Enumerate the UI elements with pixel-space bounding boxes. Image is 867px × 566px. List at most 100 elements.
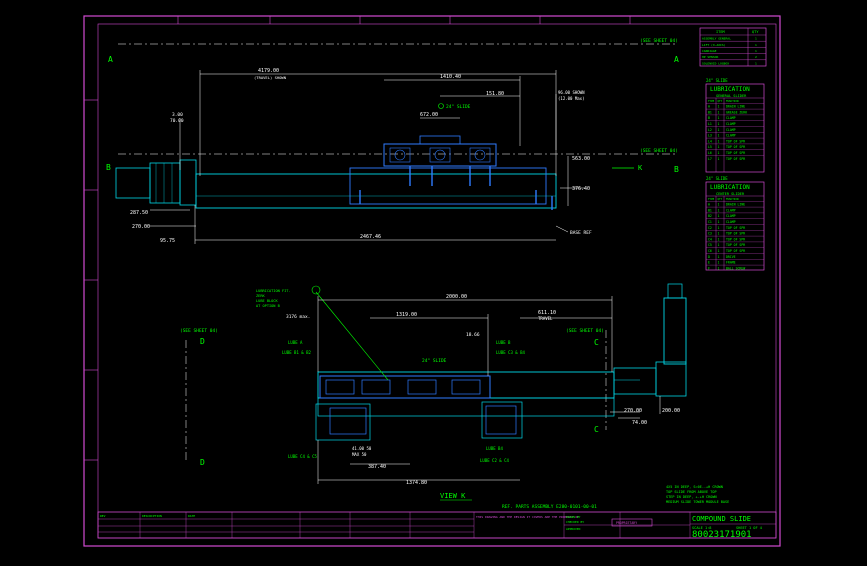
dim-5: 672.00 bbox=[420, 112, 438, 118]
motor-cap bbox=[667, 283, 683, 299]
lube-table-cell: B1 bbox=[708, 110, 712, 114]
lube-table-upper-title: LUBRICATION bbox=[710, 86, 750, 93]
dim-10: 95.75 bbox=[160, 238, 175, 244]
dim-4-note: (12.00 Max) bbox=[558, 96, 585, 101]
spec-note: 4X5 IN DEEP, S=0E.-+H CROWN TOP SLIDE FR… bbox=[666, 485, 729, 504]
base-rail bbox=[195, 173, 557, 209]
lube-table-lower-label: 24" SLIDE bbox=[706, 176, 728, 181]
lube-note-box: LUBRICATION FIT. ZERK LUBE BLOCK AT OPTI… bbox=[256, 289, 291, 308]
dim-b3-note: TRAVEL bbox=[538, 316, 553, 321]
lube-table-cell: TOP OF SPR bbox=[726, 226, 745, 230]
item-table-header-qty: QTY bbox=[752, 30, 759, 34]
item-table-row-name: LIFT (X-AXIS) bbox=[702, 43, 726, 47]
lube-table-cell: 1 bbox=[718, 110, 720, 114]
lube-table-cell: 1 bbox=[718, 122, 720, 126]
lube-table-cell: 1 bbox=[718, 249, 720, 253]
bottom-view: D D C C (SEE SHEET 04) (SEE SHEET 04) LU… bbox=[180, 283, 729, 510]
dim-b5: 18.66 bbox=[466, 332, 480, 338]
view-k-title: VIEW K bbox=[440, 492, 466, 500]
gearbox bbox=[655, 361, 687, 397]
item-table: ITEM QTY ASSEMBLY GENERAL 1 LIFT (X-AXIS) 1… bbox=[699, 27, 767, 67]
item-table-row-qty: 2 bbox=[755, 55, 757, 59]
lube-table-cell: TOP OF SPR bbox=[726, 157, 745, 161]
lube-table-cell: 1 bbox=[718, 139, 720, 143]
lube-table-cell: DRAIN LINE bbox=[726, 203, 745, 207]
dim-b7: 1374.80 bbox=[406, 480, 427, 486]
lube-table-cell: 1 bbox=[718, 266, 720, 270]
callout-circle bbox=[311, 285, 321, 295]
tb-checked: CHECKED BY bbox=[566, 520, 584, 524]
lube-table-col-header: TYPE bbox=[708, 197, 715, 201]
item-table-row-name: SOLENOID LOGBOX bbox=[702, 61, 729, 65]
lube-table-cell: CLAMP bbox=[726, 122, 736, 126]
lube-table-cell: 1 bbox=[718, 203, 720, 207]
title-block: REV DESCRIPTION DATE THIS DRAWING AND TH… bbox=[97, 511, 777, 540]
dim-b9: 200.00 bbox=[662, 408, 680, 414]
tb-desc-col: DESCRIPTION bbox=[142, 514, 162, 518]
lube-table-cell: 1 bbox=[718, 151, 720, 155]
svg-text:STEP IN DEEP, +-+H CROWN: STEP IN DEEP, +-+H CROWN bbox=[666, 495, 717, 499]
item-table-row-qty: 1 bbox=[755, 61, 757, 65]
lube-table-cell: 1 bbox=[718, 145, 720, 149]
lube-table-cell: TOP OF SPR bbox=[726, 139, 745, 143]
lube-table-cell: L5 bbox=[708, 145, 712, 149]
svg-text:AT OPTION B: AT OPTION B bbox=[256, 304, 280, 308]
upper-carriage bbox=[383, 143, 497, 167]
item-table-row-qty: 1 bbox=[755, 37, 757, 41]
lube-table-cell: 1 bbox=[718, 232, 720, 236]
lube-table-cell: TOP OF SPR bbox=[726, 249, 745, 253]
lube-table-cell: CLAMP bbox=[726, 214, 736, 218]
lube-table-cell: F bbox=[708, 266, 710, 270]
lube-table-cell: TOP OF SPR bbox=[726, 232, 745, 236]
lube-table-cell: CLAMP bbox=[726, 116, 736, 120]
lube-table-cell: 1 bbox=[718, 157, 720, 161]
lube-table-cell: L6 bbox=[708, 151, 712, 155]
lube-table-upper-subtitle: GENERAL SLIDER bbox=[716, 94, 747, 98]
lube-table-cell: C5 bbox=[708, 243, 712, 247]
section-label-b-left: B bbox=[106, 163, 111, 172]
lube-table-cell: DRAIN LINE bbox=[726, 105, 745, 109]
ref-parts-note: REF. PARTS ASSEMBLY E280-0101-00-01 bbox=[502, 504, 597, 510]
see-sheet-d: (SEE SHEET 04) bbox=[180, 328, 218, 334]
lube-table-cell: L2 bbox=[708, 128, 712, 132]
lube-table-cell: C4 bbox=[708, 237, 712, 241]
lube-table-cell: TOP OF SPR bbox=[726, 243, 745, 247]
lube-label-c3: LUBE C3 & B4 bbox=[496, 350, 525, 355]
lube-label-b1: LUBE B1 & B2 bbox=[282, 350, 311, 355]
dim-8: 287.50 bbox=[130, 210, 148, 216]
dim-12-note: 70.00 bbox=[170, 118, 184, 124]
top-slide-label: 24" SLIDE bbox=[446, 104, 471, 110]
lube-table-cell: C6 bbox=[708, 249, 712, 253]
lube-table-cell: L4 bbox=[708, 139, 712, 143]
item-table-row-qty: 1 bbox=[755, 49, 757, 53]
carriage-detail bbox=[389, 147, 491, 163]
see-sheet-a: (SEE SHEET 04) bbox=[640, 38, 678, 44]
lower-slide-body bbox=[349, 167, 547, 205]
base-ref-label: BASE REF bbox=[570, 230, 592, 236]
view-k-base bbox=[317, 397, 615, 417]
item-table-row-name: ASSEMBLY GENERAL bbox=[702, 37, 731, 41]
lube-table-upper-label: 24" SLIDE bbox=[706, 78, 728, 83]
dim-b11: 41.00 50 bbox=[352, 446, 372, 451]
dim-11: 2467.46 bbox=[360, 234, 381, 240]
lube-table-cell: A bbox=[708, 105, 710, 109]
lube-table-cell: 1 bbox=[718, 220, 720, 224]
tb-date-col: DATE bbox=[188, 514, 195, 518]
lube-table-cell: B bbox=[708, 116, 710, 120]
top-view: A A B B (SEE SHEET 04) (SEE SHEET 04) K bbox=[106, 38, 679, 244]
svg-text:4X5 IN DEEP, S=0E.-+H CROWN: 4X5 IN DEEP, S=0E.-+H CROWN bbox=[666, 485, 723, 489]
lube-table-col-header: TYPE bbox=[708, 99, 715, 103]
dim-b2: 1319.00 bbox=[396, 312, 417, 318]
lube-table-cell: TOP OF SPR bbox=[726, 151, 745, 155]
lube-table-cell: L3 bbox=[708, 134, 712, 138]
slide-callout-icon bbox=[438, 103, 444, 109]
dim-12: 3.00 bbox=[172, 112, 183, 118]
dim-travel-note: (TRAVEL) SHOWN bbox=[254, 75, 287, 80]
lube-table-cell: C3 bbox=[708, 232, 712, 236]
lube-table-cell: 1 bbox=[718, 243, 720, 247]
lube-table-cell: A bbox=[708, 203, 710, 207]
view-k-arrow-label: K bbox=[638, 164, 643, 172]
dim-b4: 3176 max. bbox=[286, 314, 310, 320]
section-label-c-bottom: C bbox=[594, 425, 599, 434]
section-label-a-right: A bbox=[674, 55, 679, 64]
